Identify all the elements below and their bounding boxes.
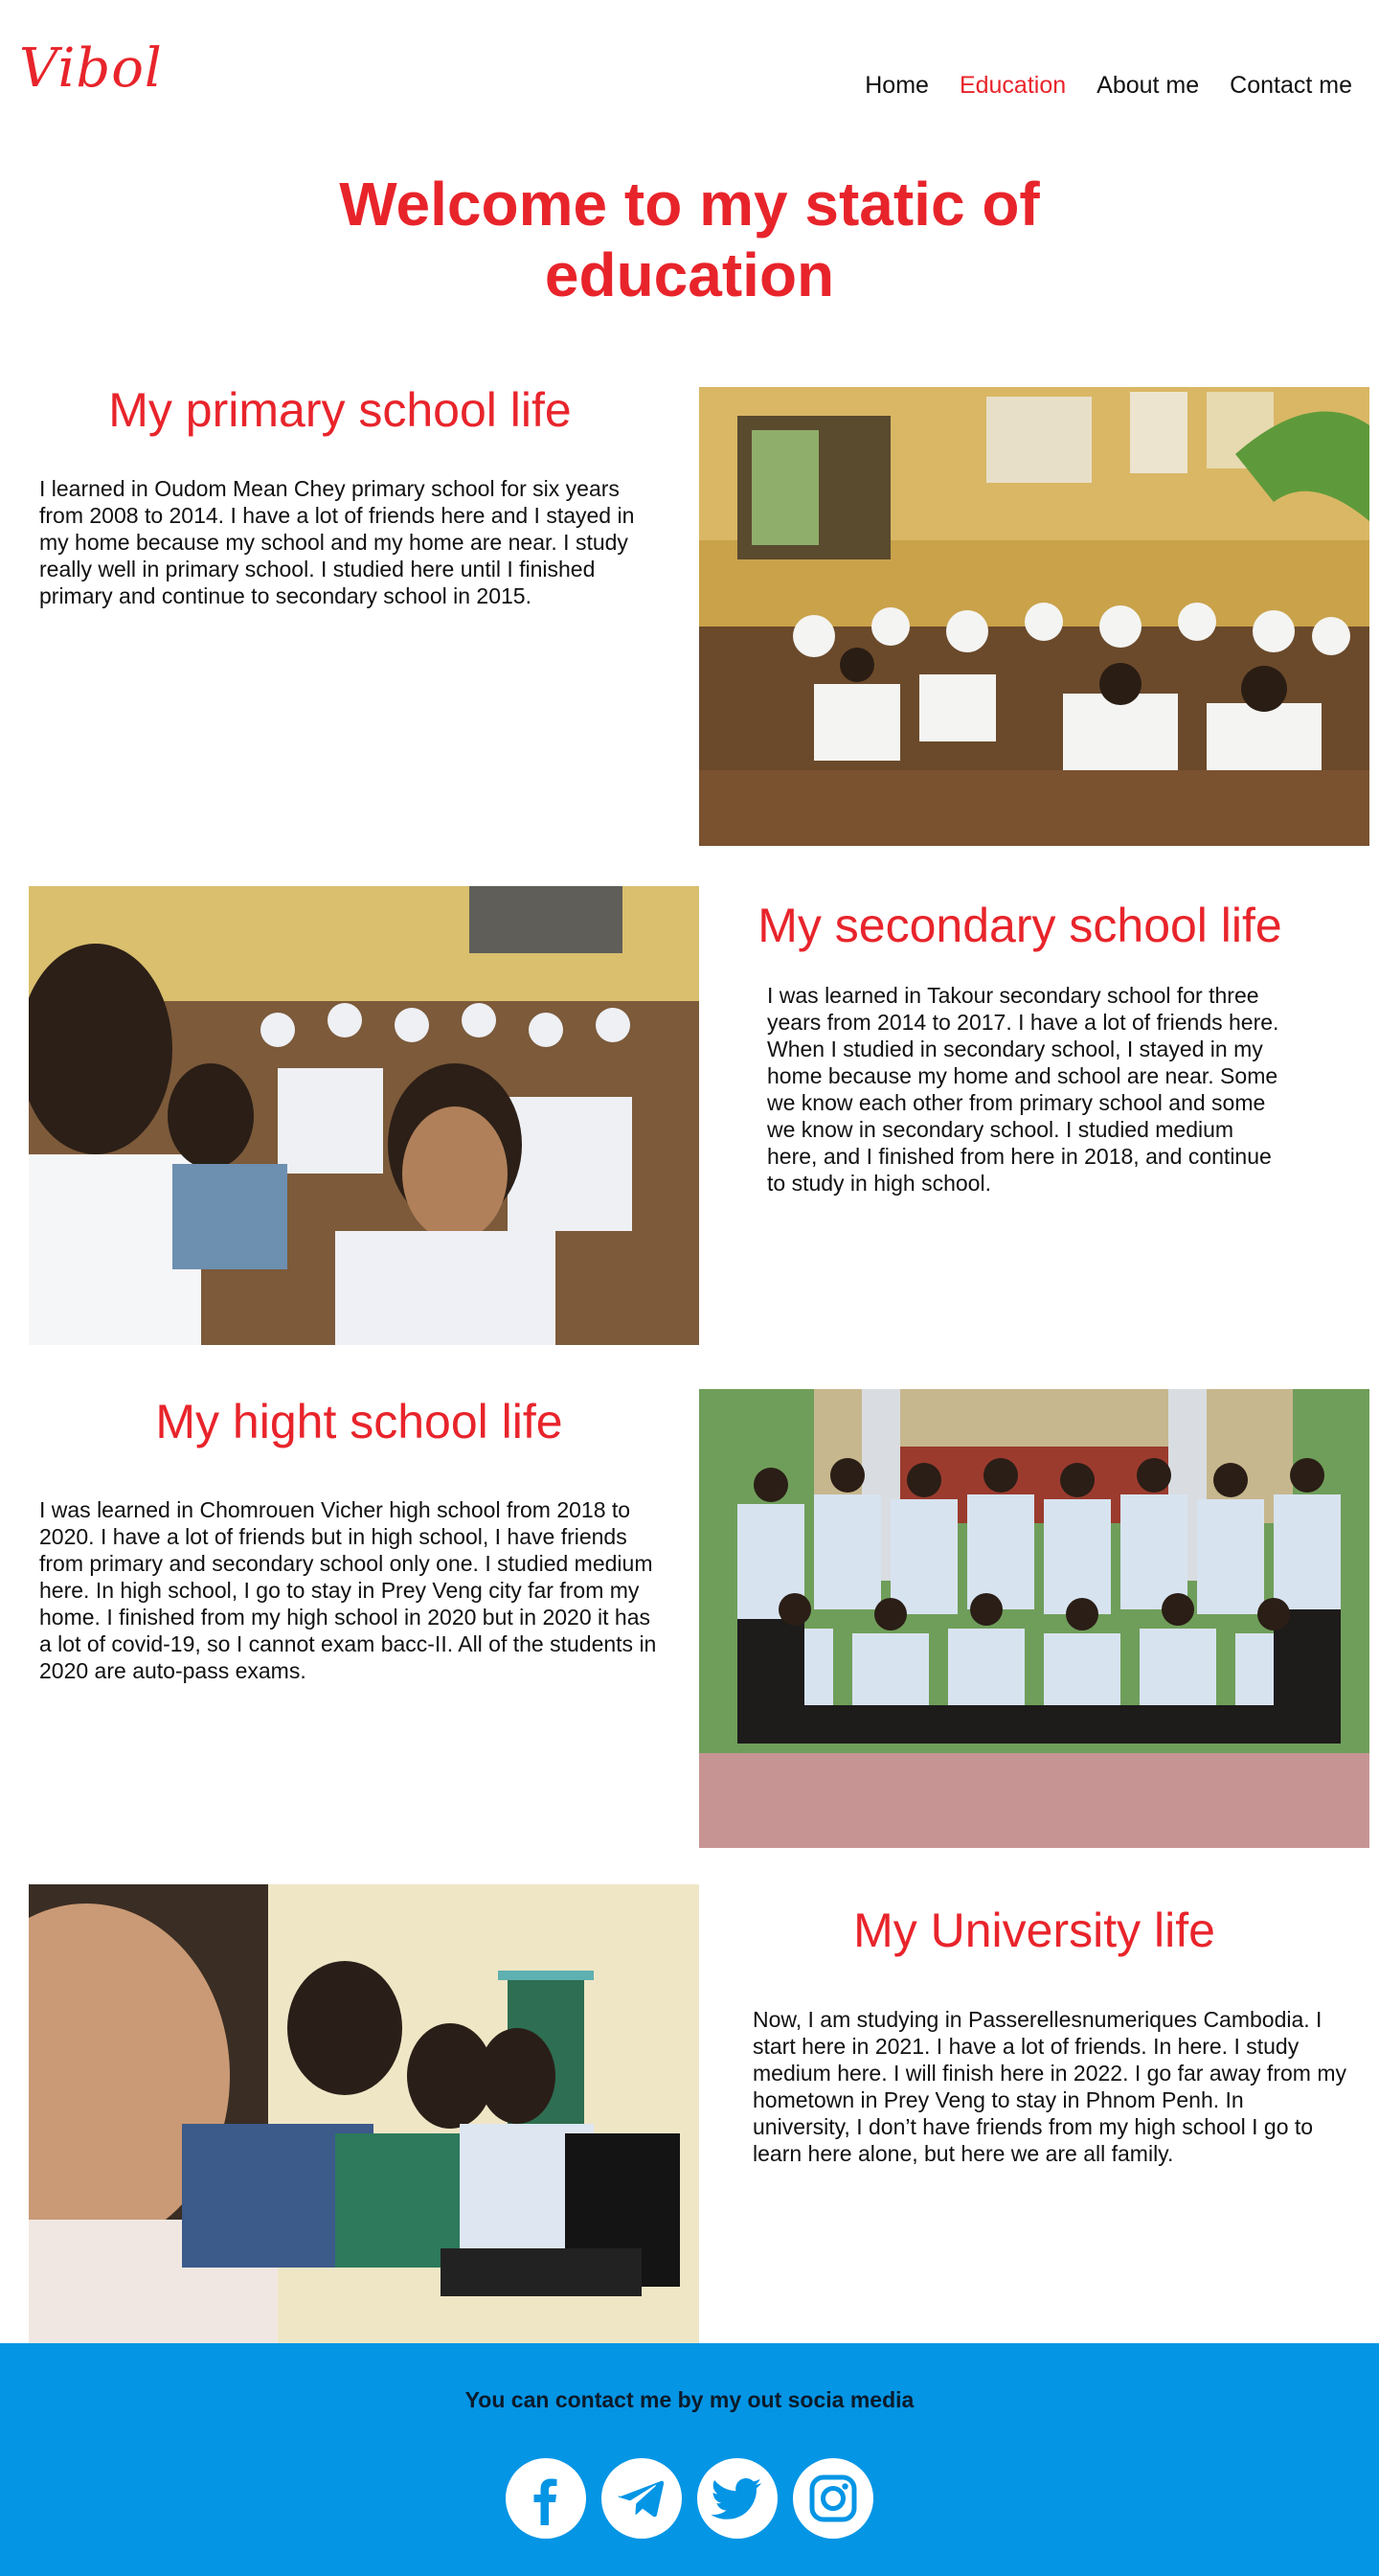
university-heading: My University life (853, 1904, 1215, 1957)
facebook-icon (533, 2478, 557, 2525)
nav-about-me[interactable]: About me (1096, 71, 1199, 100)
site-header: Vibol Home Education About me Contact me (0, 0, 1379, 144)
primary-school-heading: My primary school life (108, 383, 572, 437)
secondary-school-text: I was learned in Takour secondary school… (767, 983, 1279, 1196)
nav-education[interactable]: Education (960, 71, 1066, 100)
instagram-icon (809, 2474, 857, 2522)
secondary-school-heading: My secondary school life (757, 899, 1282, 952)
page-title-line1: Welcome to my static of (339, 170, 1040, 239)
site-logo[interactable]: Vibol (19, 42, 163, 96)
telegram-link[interactable] (601, 2458, 682, 2539)
secondary-students-photo (29, 886, 699, 1345)
high-school-text: I was learned in Chomrouen Vicher high s… (39, 1497, 657, 1683)
university-text: Now, I am studying in Passerellesnumeriq… (753, 2007, 1346, 2166)
classroom-students-photo (699, 387, 1369, 846)
page-title: Welcome to my static of education (0, 169, 1379, 310)
page-title-line2: education (544, 240, 835, 309)
footer-contact-text: You can contact me by my out socia media (464, 2387, 915, 2412)
university-computer-photo (29, 1884, 699, 2343)
primary-school-text: I learned in Oudom Mean Chey primary sch… (39, 476, 635, 608)
telegram-icon (618, 2480, 665, 2518)
twitter-link[interactable] (697, 2458, 778, 2539)
site-footer: You can contact me by my out socia media (0, 2343, 1379, 2576)
main-nav: Home Education About me Contact me (834, 71, 1352, 100)
twitter-icon (711, 2478, 761, 2519)
high-school-heading: My hight school life (155, 1395, 563, 1448)
social-links (0, 2458, 1379, 2539)
nav-contact-me[interactable]: Contact me (1230, 71, 1352, 100)
facebook-link[interactable] (506, 2458, 586, 2539)
instagram-link[interactable] (793, 2458, 873, 2539)
high-school-group-photo (699, 1389, 1369, 1848)
nav-home[interactable]: Home (865, 71, 929, 100)
